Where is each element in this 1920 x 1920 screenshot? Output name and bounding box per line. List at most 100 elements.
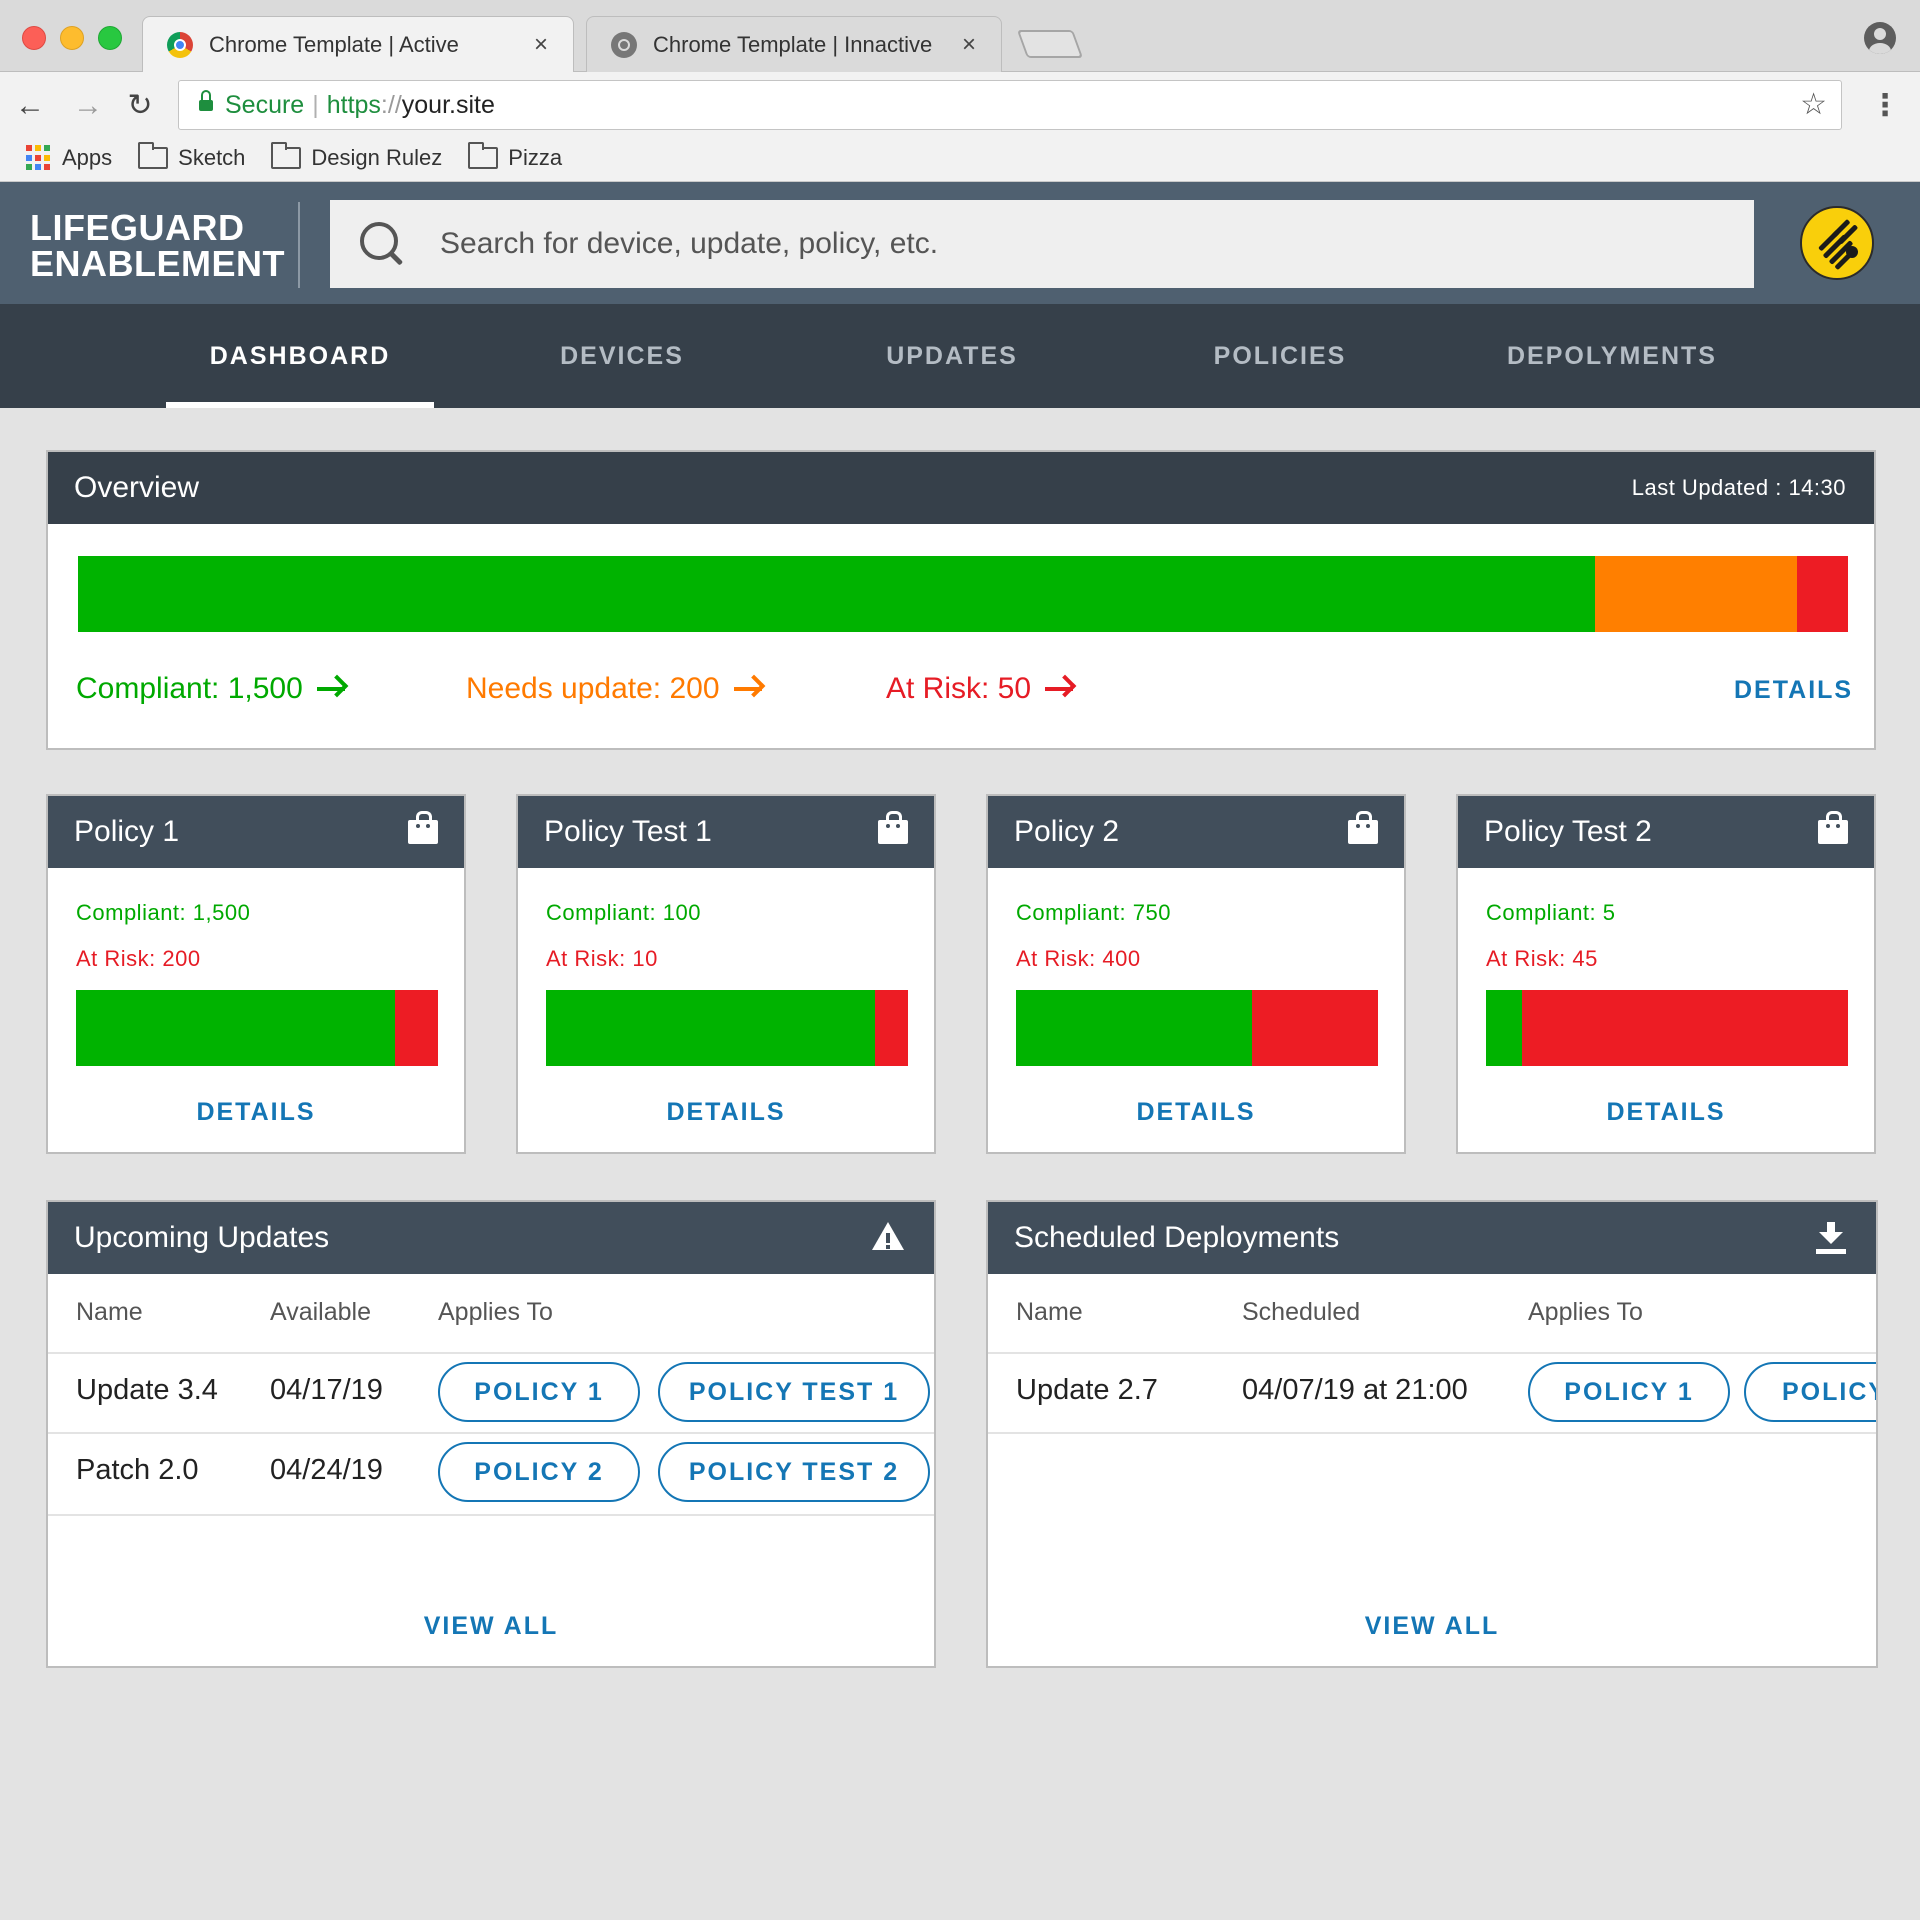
- scheduled-view-all-link[interactable]: VIEW ALL: [988, 1612, 1876, 1641]
- table-divider: [988, 1432, 1876, 1434]
- new-tab-button[interactable]: [1016, 30, 1084, 58]
- active-tab-indicator: [166, 402, 434, 408]
- policy-at-risk: At Risk: 10: [546, 946, 658, 971]
- arrow-right-icon: [316, 675, 349, 703]
- last-updated: Last Updated : 14:30: [1631, 475, 1846, 500]
- download-icon: [1816, 1222, 1846, 1254]
- scheduled-deployments-card: Scheduled Deployments VIEW ALL: [986, 1200, 1878, 1668]
- upcoming-col-applies: Applies To: [438, 1298, 553, 1326]
- search-input[interactable]: [440, 227, 1640, 261]
- policy-details-link[interactable]: DETAILS: [518, 1098, 934, 1127]
- upcoming-view-all-link[interactable]: VIEW ALL: [48, 1612, 934, 1641]
- arrow-right-icon: [1045, 675, 1077, 703]
- compliant-segment: [78, 556, 1596, 632]
- compliant-segment: [1486, 990, 1523, 1066]
- address-bar[interactable]: Secure | https :// your.site ☆: [178, 80, 1842, 130]
- tab-dashboard[interactable]: DASHBOARD: [166, 304, 434, 408]
- profile-icon[interactable]: [1864, 22, 1896, 54]
- shopping-bag-icon: [878, 811, 908, 844]
- app-header: LIFEGUARD ENABLEMENT: [0, 182, 1920, 304]
- policy-card-header: Policy 2: [988, 796, 1404, 868]
- compliant-stat-link[interactable]: Compliant: 1,500: [76, 672, 349, 706]
- update-date: 04/24/19: [270, 1454, 383, 1486]
- maximize-window-button[interactable]: [98, 26, 122, 50]
- table-divider: [48, 1432, 934, 1434]
- compliant-segment: [1016, 990, 1253, 1066]
- at-risk-segment: [1522, 990, 1848, 1066]
- zebra-logo-icon[interactable]: [1800, 206, 1874, 280]
- overview-status-bar: [78, 556, 1848, 632]
- at-risk-segment: [1252, 990, 1378, 1066]
- main-nav: DASHBOARD DEVICES UPDATES POLICIES DEPOL…: [0, 304, 1920, 408]
- policy-card-header: Policy Test 2: [1458, 796, 1874, 868]
- overview-title: Overview: [74, 471, 200, 504]
- policy-chip[interactable]: POLICY: [1744, 1362, 1876, 1422]
- deployment-date: 04/07/19 at 21:00: [1242, 1374, 1468, 1406]
- policy-card: Policy Test 1 Compliant: 100 At Risk: 10…: [516, 794, 936, 1154]
- browser-menu-icon[interactable]: ⋮: [1870, 88, 1900, 124]
- browser-tab-inactive[interactable]: Chrome Template | Innactive ×: [586, 16, 1002, 72]
- tab-devices[interactable]: DEVICES: [500, 304, 744, 408]
- policy-chip[interactable]: POLICY 1: [1528, 1362, 1730, 1422]
- policy-compliant: Compliant: 1,500: [76, 900, 251, 925]
- bookmark-design-rulez[interactable]: Design Rulez: [271, 142, 443, 171]
- needs-update-stat-link[interactable]: Needs update: 200: [466, 672, 766, 706]
- upcoming-updates-title: Upcoming Updates: [74, 1221, 330, 1254]
- policy-details-link[interactable]: DETAILS: [48, 1098, 464, 1127]
- policy-details-link[interactable]: DETAILS: [1458, 1098, 1874, 1127]
- update-name: Patch 2.0: [76, 1454, 199, 1486]
- bookmarks-bar: Apps Sketch Design Rulez Pizza: [0, 140, 1920, 176]
- logo-line-2: ENABLEMENT: [30, 243, 285, 284]
- policy-details-link[interactable]: DETAILS: [988, 1098, 1404, 1127]
- tab-policies[interactable]: POLICIES: [1160, 304, 1400, 408]
- app-logo[interactable]: LIFEGUARD ENABLEMENT: [30, 210, 285, 282]
- upcoming-updates-header: Upcoming Updates: [48, 1202, 934, 1274]
- policy-at-risk: At Risk: 45: [1486, 946, 1598, 971]
- bookmark-apps[interactable]: Apps: [26, 145, 112, 171]
- chrome-icon: [611, 31, 637, 58]
- browser-tab-active[interactable]: Chrome Template | Active ×: [142, 16, 574, 72]
- upcoming-updates-card: Upcoming Updates VIEW ALL: [46, 1200, 936, 1668]
- policy-card-header: Policy Test 1: [518, 796, 934, 868]
- reload-icon[interactable]: ↻: [122, 88, 158, 124]
- overview-details-link[interactable]: DETAILS: [1734, 676, 1853, 705]
- policy-title: Policy 1: [74, 815, 180, 848]
- url-host: your.site: [401, 90, 495, 119]
- at-risk-segment: [1797, 556, 1848, 632]
- lock-icon: [199, 90, 213, 114]
- policy-chip[interactable]: POLICY 1: [438, 1362, 640, 1422]
- policy-title: Policy Test 2: [1484, 815, 1652, 848]
- policy-chip[interactable]: POLICY 2: [438, 1442, 640, 1502]
- arrow-right-icon: [733, 675, 766, 703]
- shopping-bag-icon: [1818, 811, 1848, 844]
- forward-icon[interactable]: →: [70, 88, 106, 124]
- bookmark-star-icon[interactable]: ☆: [1800, 87, 1827, 122]
- policy-chip[interactable]: POLICY TEST 1: [658, 1362, 930, 1422]
- tab-depolyments[interactable]: DEPOLYMENTS: [1484, 304, 1740, 408]
- url-divider: |: [312, 90, 319, 119]
- search-icon[interactable]: [358, 220, 406, 268]
- search-box[interactable]: [330, 200, 1754, 288]
- compliant-stat: Compliant: 1,500: [76, 672, 303, 705]
- bookmark-pizza[interactable]: Pizza: [468, 142, 562, 171]
- tab-title: Chrome Template | Innactive: [653, 31, 933, 57]
- close-tab-icon[interactable]: ×: [951, 31, 987, 59]
- tab-updates[interactable]: UPDATES: [832, 304, 1072, 408]
- policy-compliant: Compliant: 100: [546, 900, 701, 925]
- at-risk-segment: [875, 990, 908, 1066]
- minimize-window-button[interactable]: [60, 26, 84, 50]
- scheduled-col-applies: Applies To: [1528, 1298, 1643, 1326]
- at-risk-stat-link[interactable]: At Risk: 50: [886, 672, 1077, 706]
- close-window-button[interactable]: [22, 26, 46, 50]
- policy-chip[interactable]: POLICY TEST 2: [658, 1442, 930, 1502]
- scheduled-col-scheduled: Scheduled: [1242, 1298, 1361, 1326]
- apps-grid-icon: [26, 145, 52, 171]
- logo-line-1: LIFEGUARD: [30, 207, 245, 248]
- bookmark-label: Design Rulez: [311, 145, 443, 170]
- back-icon[interactable]: ←: [12, 88, 48, 124]
- close-tab-icon[interactable]: ×: [523, 31, 559, 59]
- bookmark-sketch[interactable]: Sketch: [138, 142, 245, 171]
- policy-card: Policy 2 Compliant: 750 At Risk: 400 DET…: [986, 794, 1406, 1154]
- policy-status-bar: [546, 990, 908, 1066]
- folder-icon: [138, 142, 169, 169]
